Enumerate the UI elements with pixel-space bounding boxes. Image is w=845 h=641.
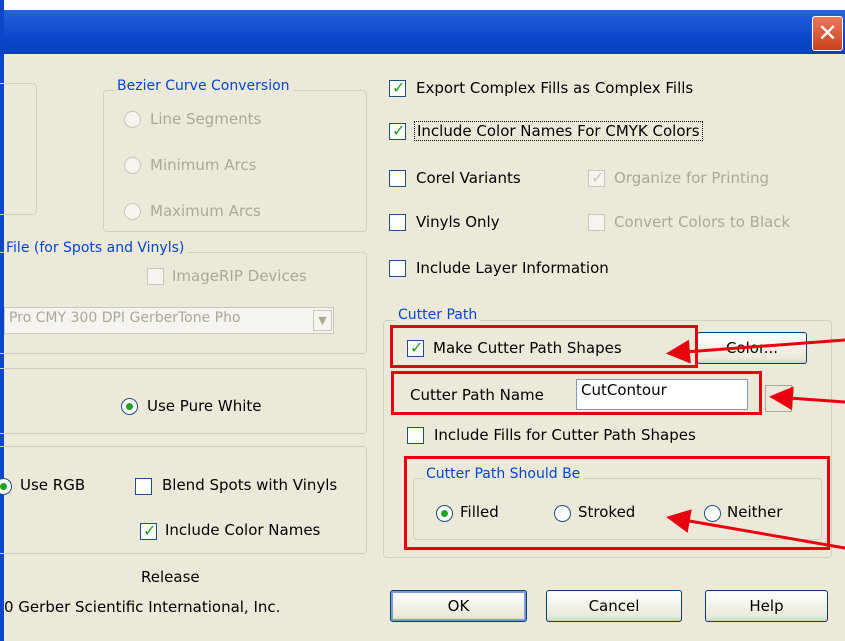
cutter-path-title: Cutter Path (395, 307, 481, 323)
include-color-names-label: Include Color Names (165, 521, 321, 539)
maximum-arcs-radio[interactable] (124, 203, 141, 220)
radio-selected-dot (0, 483, 7, 490)
checkmark-icon: ✓ (143, 521, 157, 540)
release-label: Release (141, 568, 200, 586)
blend-spots-checkbox[interactable] (135, 478, 152, 495)
line-segments-label: Line Segments (150, 110, 262, 128)
ok-button[interactable]: OK (390, 590, 527, 622)
convert-black-checkbox[interactable] (588, 214, 605, 231)
export-complex-fills-checkbox[interactable]: ✓ (389, 78, 406, 97)
include-cmyk-names-label: Include Color Names For CMYK Colors (414, 121, 703, 141)
close-button[interactable]: ✕ (812, 16, 843, 51)
radio-selected-dot (126, 403, 133, 410)
checkmark-icon: ✓ (392, 78, 406, 97)
use-rgb-text: Use RGB (20, 476, 86, 494)
use-rgb-label: Use RGB (20, 476, 85, 494)
corel-variants-label: Corel Variants (416, 169, 521, 187)
line-segments-radio[interactable] (124, 111, 141, 128)
include-layer-label: Include Layer Information (416, 259, 609, 277)
highlight-box-should-be (404, 456, 830, 550)
include-fills-checkbox[interactable] (407, 427, 424, 444)
include-fills-label: Include Fills for Cutter Path Shapes (434, 426, 696, 444)
cancel-button[interactable]: Cancel (546, 590, 682, 622)
imagerip-label: ImageRIP Devices (172, 267, 307, 285)
minimum-arcs-radio[interactable] (124, 157, 141, 174)
organize-printing-label: Organize for Printing (614, 169, 770, 187)
highlight-box-path-name (391, 371, 762, 415)
include-color-names-checkbox[interactable]: ✓ (140, 521, 157, 540)
use-pure-white-label: Use Pure White (147, 397, 262, 415)
maximum-arcs-label: Maximum Arcs (150, 202, 261, 220)
partial-group-left (0, 83, 37, 215)
chevron-down-icon[interactable]: ▼ (313, 310, 332, 331)
use-pure-white-radio[interactable] (121, 398, 138, 415)
include-cmyk-names-checkbox[interactable]: ✓ (389, 121, 406, 140)
checkmark-icon: ✓ (591, 168, 605, 187)
convert-black-label: Convert Colors to Black (614, 213, 791, 231)
organize-printing-checkbox[interactable]: ✓ (588, 168, 605, 187)
bezier-group-title: Bezier Curve Conversion (114, 78, 293, 94)
color-button[interactable]: Color... (697, 332, 807, 364)
copyright-text: 0 Gerber Scientific International, Inc. (4, 598, 281, 616)
white-top-strip (0, 0, 845, 10)
export-options-dialog: ✕ Bezier Curve Conversion Line Segments … (0, 0, 845, 641)
highlight-box-make-shapes (390, 325, 698, 368)
minimum-arcs-label: Minimum Arcs (150, 156, 257, 174)
color-swatch[interactable] (765, 385, 792, 412)
export-complex-fills-label: Export Complex Fills as Complex Fills (416, 79, 694, 97)
profile-select[interactable]: Pro CMY 300 DPI GerberTone Pho (4, 307, 334, 334)
vinyls-only-checkbox[interactable] (389, 214, 406, 231)
corel-variants-checkbox[interactable] (389, 170, 406, 187)
vinyls-only-label: Vinyls Only (416, 213, 500, 231)
help-button[interactable]: Help (705, 590, 828, 622)
checkmark-icon: ✓ (392, 121, 406, 140)
imagerip-checkbox[interactable] (147, 268, 164, 285)
include-layer-checkbox[interactable] (389, 260, 406, 277)
file-group-title: File (for Spots and Vinyls) (4, 240, 188, 256)
blend-spots-label: Blend Spots with Vinyls (162, 476, 338, 494)
